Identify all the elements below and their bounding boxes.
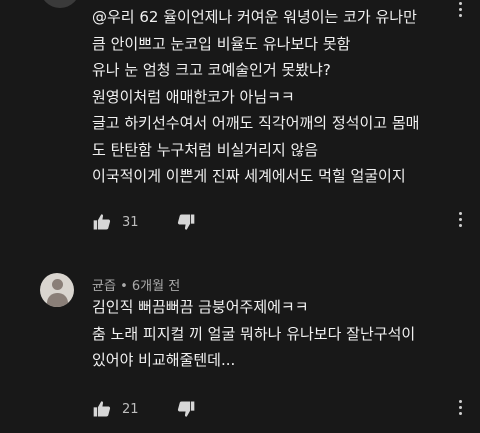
like-count: 31 [122, 214, 139, 230]
comment-time: 6개월 전 [131, 279, 181, 294]
thumbs-down-icon[interactable] [176, 399, 196, 419]
comment-actions: 21 [92, 399, 196, 419]
author-name[interactable]: 균즙 [92, 279, 116, 294]
avatar[interactable] [40, 0, 80, 8]
comment-line: 큼 안이쁘고 눈코입 비율도 유나보다 못함 [92, 34, 351, 53]
comment-line: 유나 눈 엄청 크고 코예술인거 못봤냐? [92, 61, 331, 79]
avatar-silhouette-head [52, 279, 63, 290]
thumbs-up-icon[interactable] [92, 212, 112, 232]
comment-text: @우리 62 율이언제나 커여운 워녕이는 코가 유나만 큼 안이쁘고 눈코입 … [92, 4, 472, 190]
thumbs-down-icon[interactable] [176, 212, 196, 232]
comment-line: 원영이처럼 애매한코가 아님ㅋㅋ [92, 87, 295, 106]
comment-line: 이국적이게 이쁜게 진짜 세계에서도 먹힐 얼굴이지 [92, 167, 406, 185]
comment-text: 김인직 뻐끔뻐끔 금붕어주제에ㅋㅋ 춤 노래 피지컬 끼 얼굴 뭐하나 유나보다… [92, 294, 472, 374]
avatar[interactable] [40, 273, 74, 307]
comment-meta: 균즙 • 6개월 전 [92, 275, 180, 294]
like-count: 21 [122, 401, 139, 417]
comment-line: 도 탄탄함 누구처럼 비실거리지 않음 [92, 140, 319, 159]
comment-line: 글고 하키선수여서 어깨도 직각어깨의 정석이고 몸매 [92, 114, 420, 132]
comment-line: 있어야 비교해줄텐데... [92, 351, 236, 369]
meta-separator: • [120, 279, 128, 294]
comments-section: @우리 62 율이언제나 커여운 워녕이는 코가 유나만 큼 안이쁘고 눈코입 … [0, 0, 480, 433]
thumbs-up-icon[interactable] [92, 399, 112, 419]
comment-line: 춤 노래 피지컬 끼 얼굴 뭐하나 유나보다 잘난구석이 [92, 324, 416, 343]
comment-line: 김인직 뻐끔뻐끔 금붕어주제에ㅋㅋ [92, 298, 309, 316]
more-vert-icon[interactable] [459, 400, 463, 418]
comment-line: @우리 62 율이언제나 커여운 워녕이는 코가 유나만 [92, 8, 417, 26]
comment-actions: 31 [92, 212, 196, 232]
avatar-silhouette-body [47, 293, 68, 307]
more-vert-icon[interactable] [459, 212, 463, 230]
